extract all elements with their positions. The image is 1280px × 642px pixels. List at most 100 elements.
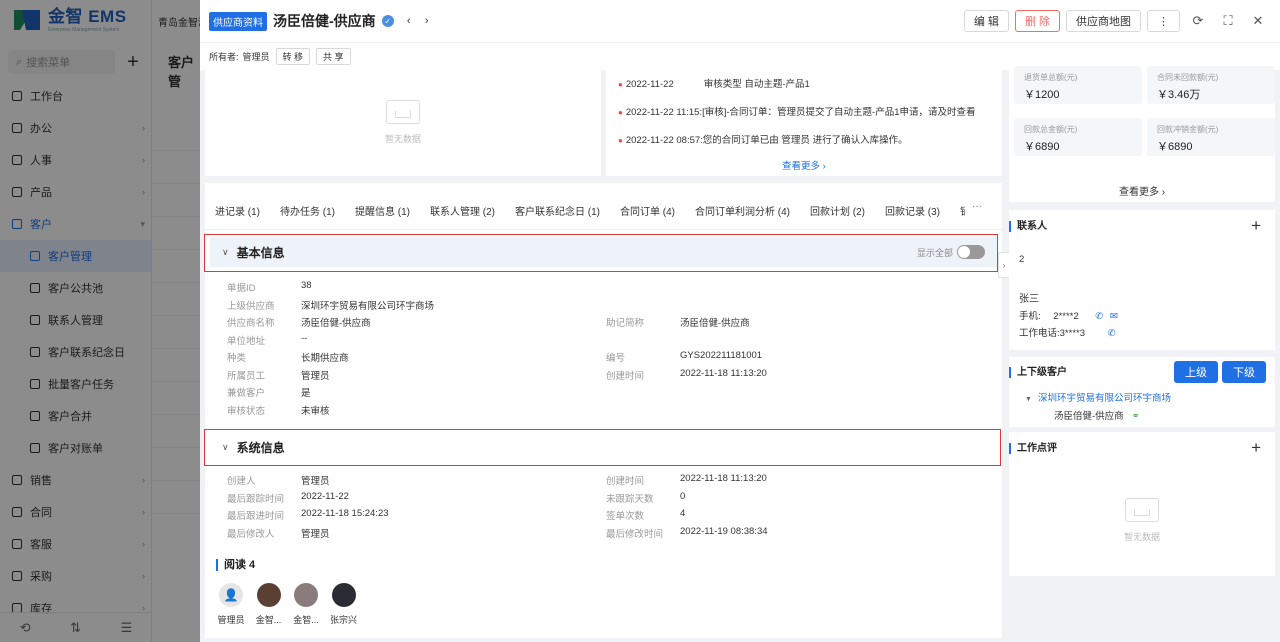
- field-label: 最后修改时间: [606, 528, 664, 540]
- work-phone-value: 3****3: [1059, 328, 1085, 339]
- contacts-card: 联系人 + 2 张三 手机: 2****2 ✆ ✉ 工作电话:3****3 ✆: [1009, 210, 1275, 350]
- refresh-icon[interactable]: ⟳: [1186, 10, 1210, 32]
- drawer-header: 供应商资料 汤臣倍健-供应商 ✓ ‹ › 编 辑 删 除 供应商地图 ⋮ ⟳ ⛶…: [200, 0, 1280, 42]
- field-value: 长期供应商: [301, 353, 349, 364]
- tab-item[interactable]: 待办任务 (1): [280, 199, 335, 221]
- tab-item[interactable]: 联系人管理 (2): [430, 199, 495, 221]
- tab-item[interactable]: 合同订单 (4): [620, 199, 675, 221]
- verified-icon: ✓: [381, 15, 394, 27]
- field-label: 创建时间: [606, 476, 645, 487]
- field-label: 上级供应商: [227, 300, 275, 312]
- field-label: 审核状态: [227, 405, 266, 417]
- field-label: 创建人: [227, 476, 256, 487]
- modal-overlay[interactable]: [0, 0, 200, 642]
- field-value: 管理员: [301, 476, 330, 487]
- activity-time: 2022-11-22 11:15:: [625, 107, 703, 118]
- highlight-box: [204, 429, 1001, 466]
- stat-value: ￥1200: [1024, 89, 1060, 101]
- contact-phone-row: 手机: 2****2 ✆ ✉: [1019, 308, 1118, 322]
- reader-item[interactable]: 👤 管理员: [211, 583, 251, 626]
- add-review-icon[interactable]: +: [1251, 438, 1261, 458]
- tab-item[interactable]: 进记录 (1): [215, 199, 260, 221]
- upper-level-button[interactable]: 上级: [1174, 361, 1218, 383]
- stat-tile: 合同未回款额(元) ￥3.46万: [1147, 66, 1275, 104]
- activity-text: 您的合同订单已由 管理员 进行了确认入库操作。: [702, 135, 908, 146]
- field-value: 0: [680, 490, 686, 502]
- field-label: 种类: [227, 353, 247, 364]
- activity-card: ● 2022-11-22 审核类型 自动主题-产品1 ● 2022-11-22 11:…: [606, 70, 1002, 176]
- field-value: 未审核: [301, 405, 330, 417]
- field-value: 2022-11-22: [301, 490, 349, 502]
- avatar: 👤: [219, 583, 243, 607]
- field-value: 管理员: [301, 528, 330, 540]
- phone-icon[interactable]: ✆: [1095, 311, 1103, 322]
- record-type-tag: 供应商资料: [209, 11, 267, 31]
- transfer-button[interactable]: 转 移: [275, 48, 311, 65]
- supplier-map-button[interactable]: 供应商地图: [1066, 10, 1141, 32]
- view-more-label: 查看更多: [1119, 187, 1159, 198]
- message-icon[interactable]: ✉: [1110, 311, 1118, 322]
- stat-tile: 退货单总额(元) ￥1200: [1014, 66, 1142, 104]
- empty-box-icon: [386, 100, 420, 124]
- close-icon[interactable]: ✕: [1246, 10, 1270, 32]
- hierarchy-card: 上下级客户 上级 下级 ▼ 深圳环宇贸易有限公司环宇商场 汤臣倍健-供应商 ⚭: [1009, 357, 1275, 427]
- field-label: 编号: [606, 353, 626, 364]
- stats-view-more-link[interactable]: 查看更多 ›: [1119, 183, 1165, 198]
- field-label: 所属员工: [227, 370, 266, 382]
- tab-item[interactable]: 销售退: [960, 199, 965, 221]
- parent-customer-node[interactable]: ▼ 深圳环宇贸易有限公司环宇商场: [1025, 390, 1171, 404]
- activity-item: ● 2022-11-22 11:15:[审核]-合同订单：管理员提交了自动主题-产…: [618, 107, 976, 118]
- prev-record-icon[interactable]: ‹: [402, 14, 416, 28]
- field-label: 兼做客户: [227, 388, 266, 399]
- stat-tile: 回款总金额(元) ￥6890: [1014, 118, 1142, 156]
- field-value: 38: [301, 280, 312, 291]
- next-record-icon[interactable]: ›: [420, 14, 434, 28]
- delete-button[interactable]: 删 除: [1014, 10, 1060, 32]
- activity-item: ● 2022-11-22 审核类型 自动主题-产品1: [618, 79, 810, 90]
- field-label: 单位地址: [227, 335, 266, 347]
- avatar: [294, 583, 318, 607]
- lower-level-button[interactable]: 下级: [1222, 361, 1266, 383]
- activity-text: 审核类型 自动主题-产品1: [703, 79, 810, 90]
- drawer-title: 汤臣倍健-供应商: [273, 13, 376, 29]
- phone-icon[interactable]: ✆: [1108, 328, 1116, 339]
- activity-time: 2022-11-22: [625, 79, 674, 90]
- reader-item[interactable]: 金智...: [286, 583, 326, 626]
- empty-state: 暂无数据: [385, 100, 421, 145]
- add-contact-icon[interactable]: +: [1251, 216, 1261, 236]
- reader-name: 金智...: [255, 615, 282, 625]
- edit-button[interactable]: 编 辑: [963, 10, 1009, 32]
- fullscreen-icon[interactable]: ⛶: [1216, 10, 1240, 32]
- field-label: 签单次数: [606, 511, 645, 522]
- field-label: 供应商名称: [227, 318, 275, 329]
- field-value[interactable]: 深圳环宇贸易有限公司环宇商场: [301, 298, 434, 312]
- activity-view-more-link[interactable]: 查看更多 ›: [782, 158, 826, 172]
- reader-item[interactable]: 张宗兴: [324, 583, 364, 626]
- stats-card: 退货单总额(元) ￥1200 合同未回款额(元) ￥3.46万 回款总金额(元) ￥6…: [1009, 66, 1275, 202]
- share-button[interactable]: 共 享: [316, 48, 351, 65]
- empty-state: 暂无数据: [1124, 498, 1160, 543]
- field-value: --: [301, 332, 308, 344]
- child-customer-node: 汤臣倍健-供应商 ⚭: [1054, 408, 1140, 422]
- tab-item[interactable]: 回款记录 (3): [885, 199, 940, 221]
- tab-item[interactable]: 合同订单利润分析 (4): [695, 199, 790, 221]
- child-customer-name: 汤臣倍健-供应商: [1054, 411, 1124, 422]
- field-value: 4: [680, 508, 686, 519]
- field-label: 最后跟踪时间: [227, 493, 285, 505]
- owner-label: 所有者:: [209, 52, 239, 62]
- reader-item[interactable]: 金智...: [249, 583, 289, 626]
- tab-item[interactable]: 回款计划 (2): [810, 199, 865, 221]
- parent-customer-name[interactable]: 深圳环宇贸易有限公司环宇商场: [1038, 393, 1171, 404]
- tab-more-icon[interactable]: ···: [972, 201, 982, 212]
- contact-name[interactable]: 张三: [1019, 290, 1039, 305]
- field-value: 2022-11-18 15:24:23: [301, 508, 389, 519]
- attachment-card: 暂无数据: [205, 70, 601, 176]
- stat-label: 合同未回款额(元): [1157, 73, 1219, 82]
- work-review-title: 工作点评: [1009, 443, 1057, 454]
- tab-item[interactable]: 客户联系纪念日 (1): [515, 199, 600, 221]
- stat-value: ￥6890: [1157, 141, 1193, 153]
- tab-item[interactable]: 提醒信息 (1): [355, 199, 410, 221]
- highlight-box: [204, 234, 998, 272]
- more-actions-button[interactable]: ⋮: [1147, 10, 1180, 32]
- field-value: 汤臣倍健-供应商: [680, 318, 750, 329]
